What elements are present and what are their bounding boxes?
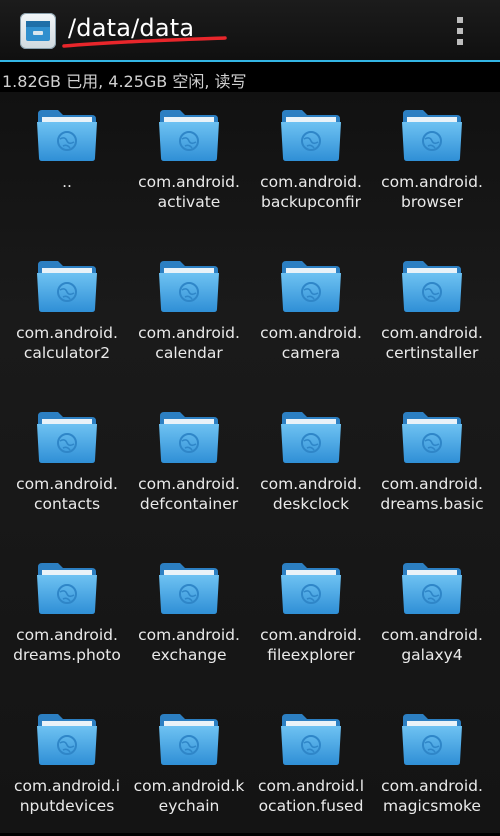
folder-label: com.android. calculator2 <box>16 324 118 362</box>
folder-item[interactable]: com.android. exchange <box>128 545 250 685</box>
folder-item[interactable]: com.android. calendar <box>128 243 250 383</box>
overflow-menu-icon[interactable] <box>448 14 472 48</box>
folder-icon <box>159 412 219 463</box>
folder-icon <box>37 261 97 312</box>
folder-icon <box>281 714 341 765</box>
folder-item[interactable]: com.android.l ocation.fused <box>250 696 372 836</box>
folder-grid: .. com.android. activate com.android. back… <box>0 92 500 833</box>
folder-icon <box>37 563 97 614</box>
folder-item[interactable]: com.android. contacts <box>6 394 128 534</box>
folder-label: com.android.l ocation.fused <box>257 777 365 815</box>
folder-icon <box>402 110 462 161</box>
folder-item[interactable]: com.android. camera <box>250 243 372 383</box>
folder-item[interactable]: com.android. fileexplorer <box>250 545 372 685</box>
folder-icon <box>37 714 97 765</box>
folder-item[interactable]: com.android. dreams.basic <box>371 394 493 534</box>
folder-item[interactable]: com.android. backupconfir <box>250 92 372 232</box>
folder-label: com.android. contacts <box>16 475 118 513</box>
folder-item[interactable]: com.android. magicsmoke <box>371 696 493 836</box>
folder-label: com.android. certinstaller <box>381 324 483 362</box>
folder-item[interactable]: com.android.k eychain <box>128 696 250 836</box>
folder-icon <box>159 563 219 614</box>
folder-item[interactable]: com.android. galaxy4 <box>371 545 493 685</box>
folder-icon <box>159 714 219 765</box>
folder-item[interactable]: com.android. deskclock <box>250 394 372 534</box>
folder-icon <box>281 110 341 161</box>
folder-label: com.android. defcontainer <box>138 475 240 513</box>
storage-status: 1.82GB 已用, 4.25GB 空闲, 读写 <box>2 72 247 91</box>
folder-icon <box>281 412 341 463</box>
folder-label: com.android. fileexplorer <box>260 626 362 664</box>
folder-icon <box>37 110 97 161</box>
folder-label: com.android. calendar <box>138 324 240 362</box>
folder-icon <box>159 110 219 161</box>
folder-item[interactable]: com.android. defcontainer <box>128 394 250 534</box>
folder-label: com.android. dreams.basic <box>380 475 484 513</box>
folder-icon <box>37 412 97 463</box>
folder-item[interactable]: .. <box>6 92 128 232</box>
folder-label: com.android. deskclock <box>260 475 362 513</box>
folder-icon <box>402 261 462 312</box>
folder-label: com.android. magicsmoke <box>381 777 483 815</box>
folder-label: com.android. dreams.photo <box>13 626 121 664</box>
folder-item[interactable]: com.android.i nputdevices <box>6 696 128 836</box>
red-underline-annotation <box>62 36 227 48</box>
folder-label: com.android.k eychain <box>133 777 245 815</box>
folder-item[interactable]: com.android. certinstaller <box>371 243 493 383</box>
folder-label: com.android. camera <box>260 324 362 362</box>
folder-icon <box>402 412 462 463</box>
file-manager-icon[interactable] <box>20 13 56 49</box>
folder-item[interactable]: com.android. calculator2 <box>6 243 128 383</box>
folder-label: com.android. activate <box>138 173 240 211</box>
folder-label: com.android. browser <box>381 173 483 211</box>
folder-label: .. <box>62 173 72 191</box>
folder-label: com.android.i nputdevices <box>13 777 121 815</box>
action-bar: /data/data <box>0 0 500 62</box>
folder-icon <box>281 261 341 312</box>
folder-icon <box>402 714 462 765</box>
folder-item[interactable]: com.android. browser <box>371 92 493 232</box>
folder-label: com.android. exchange <box>138 626 240 664</box>
folder-icon <box>281 563 341 614</box>
folder-icon <box>159 261 219 312</box>
folder-item[interactable]: com.android. dreams.photo <box>6 545 128 685</box>
folder-item[interactable]: com.android. activate <box>128 92 250 232</box>
folder-label: com.android. galaxy4 <box>381 626 483 664</box>
folder-label: com.android. backupconfir <box>260 173 362 211</box>
folder-icon <box>402 563 462 614</box>
